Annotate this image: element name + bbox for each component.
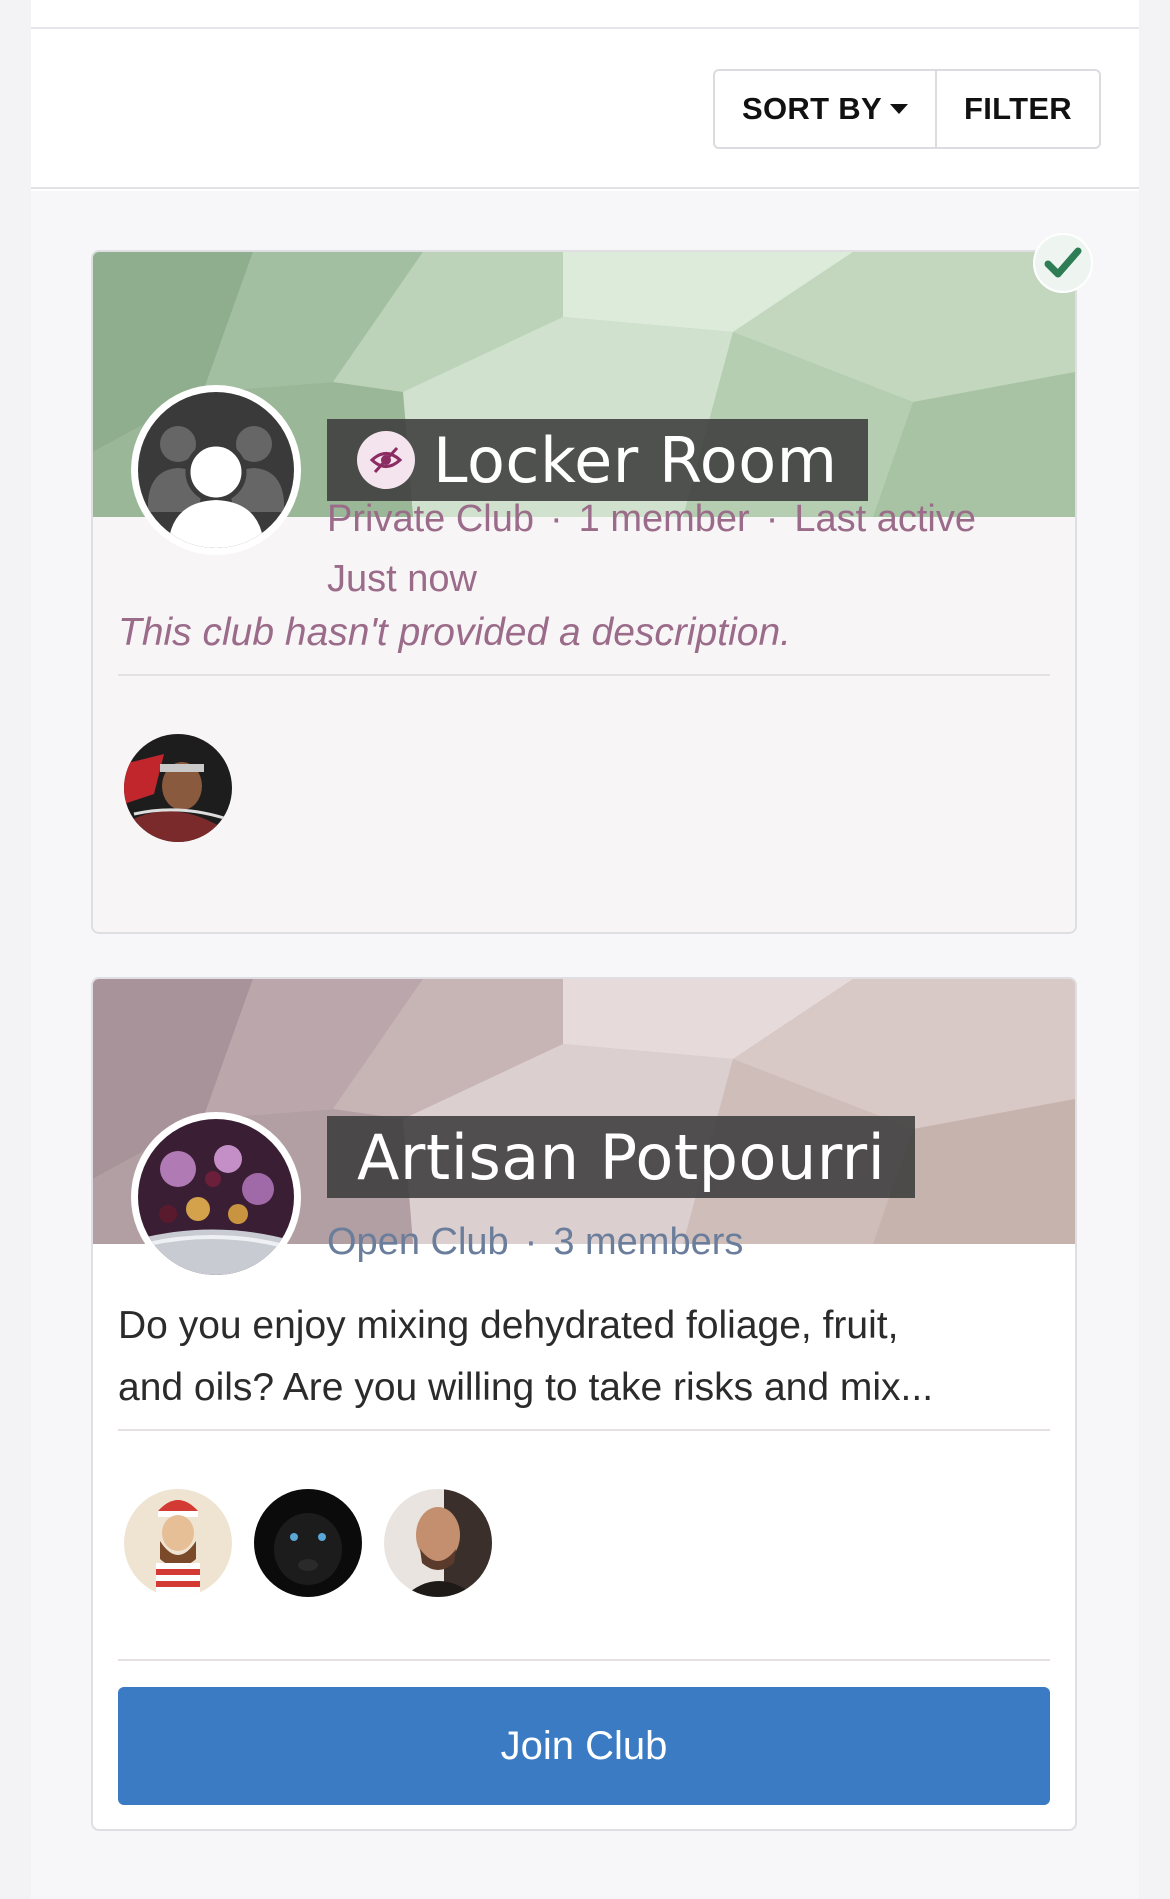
member-count: 1 member [578,498,750,540]
club-card-artisan-potpourri[interactable]: Artisan Potpourri Open Club · 3 members Do… [91,977,1077,1831]
club-title-box[interactable]: Artisan Potpourri [327,1116,916,1198]
member-avatar[interactable] [124,1489,232,1597]
last-active-label: Last active [794,498,977,540]
toolbar: SORT BY FILTER [31,29,1139,189]
caret-down-icon [889,104,908,114]
club-title: Artisan Potpourri [357,1120,886,1194]
last-active-value: Just now [327,558,477,600]
filter-button[interactable]: FILTER [937,71,1099,147]
join-club-button[interactable]: Join Club [118,1687,1050,1805]
card-divider [118,1659,1050,1661]
club-meta: Private Club · 1 member · Last active Just n… [327,489,976,609]
sort-by-button[interactable]: SORT BY [715,71,937,147]
potpourri-image [138,1119,294,1275]
club-type: Private Club [327,498,534,540]
description-line: and oils? Are you willing to take risks … [118,1366,934,1409]
club-title-box[interactable]: Locker Room [327,419,868,501]
club-meta: Open Club · 3 members [327,1221,744,1263]
card-divider [118,674,1050,676]
club-description: This club hasn't provided a description. [118,611,791,654]
club-title: Locker Room [433,423,838,497]
sort-by-label: SORT BY [742,91,882,126]
joined-check-icon [1033,233,1093,293]
member-avatar[interactable] [124,734,232,842]
club-description: Do you enjoy mixing dehydrated foliage, … [118,1295,1048,1419]
club-list: Locker Room Private Club · 1 member · Last a… [31,191,1139,1899]
filter-label: FILTER [964,91,1072,126]
eye-slash-icon [357,431,415,489]
group-icon [138,392,294,548]
clubs-panel: SORT BY FILTER Locker Room Private Club … [31,0,1139,1899]
club-avatar[interactable] [131,385,301,555]
sort-filter-group: SORT BY FILTER [713,69,1101,149]
member-avatar[interactable] [384,1489,492,1597]
club-card-locker-room[interactable]: Locker Room Private Club · 1 member · Last a… [91,250,1077,934]
member-avatar[interactable] [254,1489,362,1597]
card-divider [118,1429,1050,1431]
member-count: 3 members [553,1221,744,1263]
top-strip [31,0,1139,29]
club-avatar[interactable] [131,1112,301,1282]
description-line: Do you enjoy mixing dehydrated foliage, … [118,1304,899,1347]
club-type: Open Club [327,1221,509,1263]
